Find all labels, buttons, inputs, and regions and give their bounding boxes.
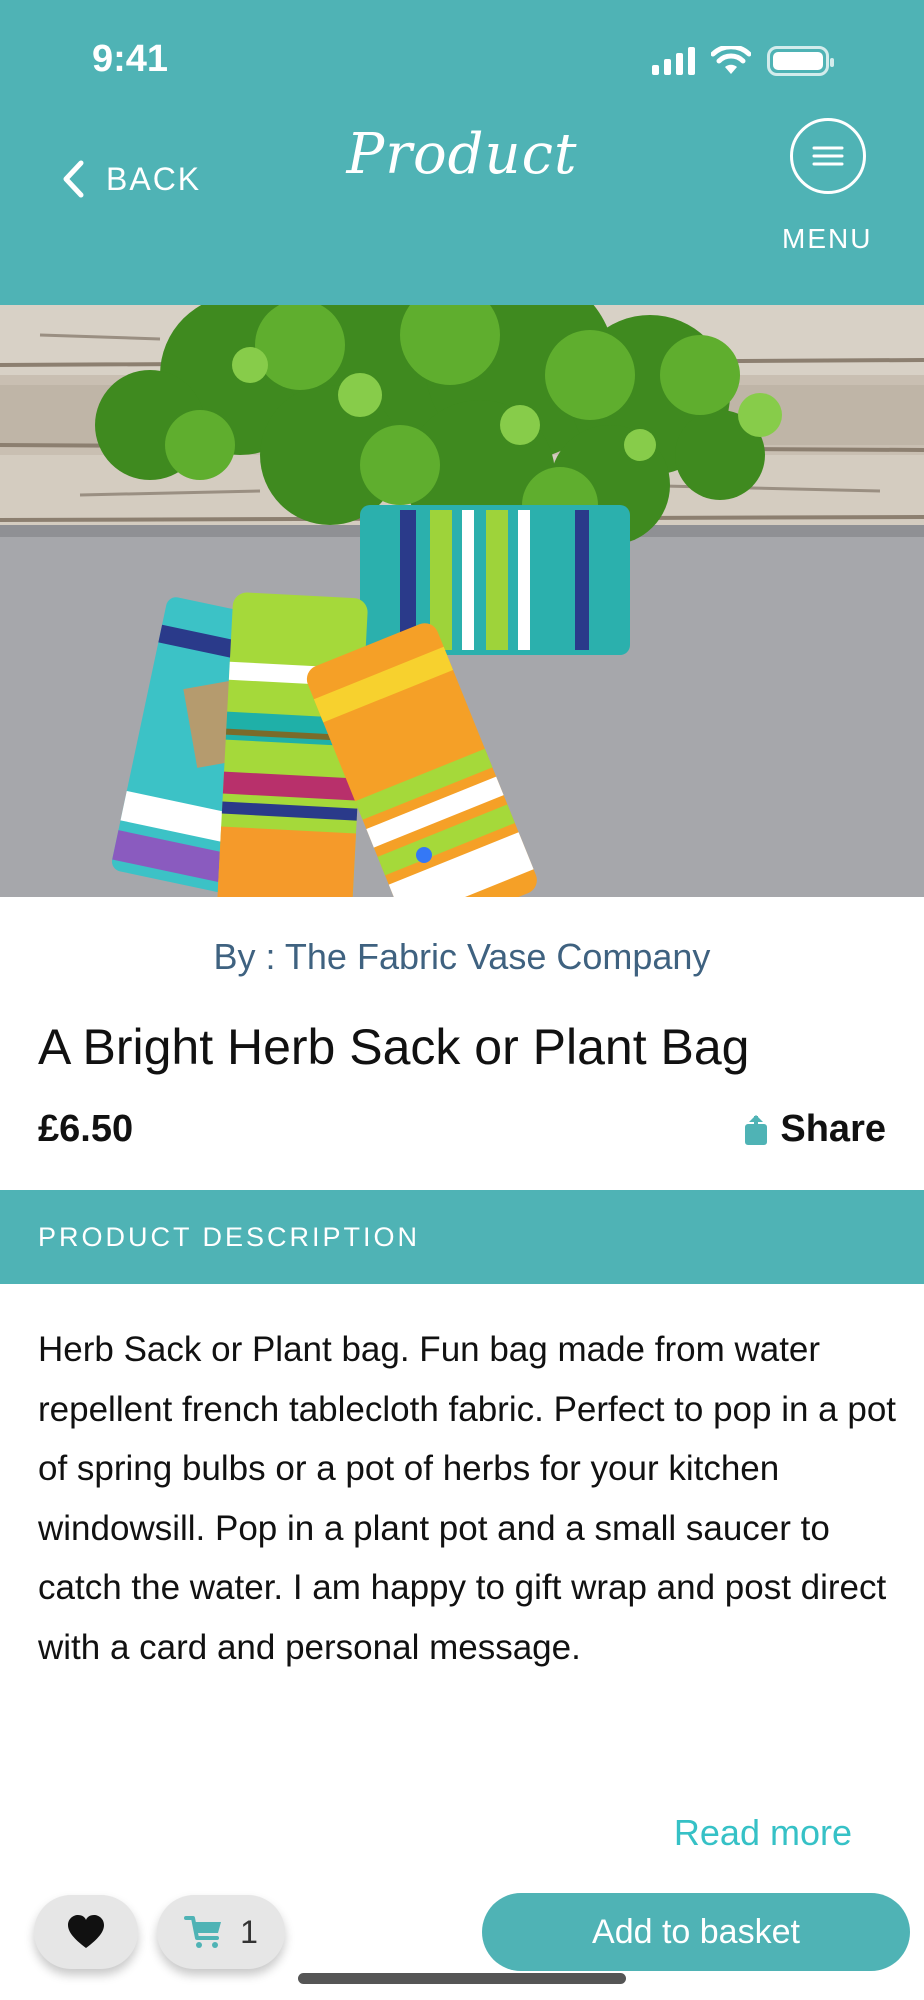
read-more-link[interactable]: Read more bbox=[674, 1812, 852, 1854]
share-button[interactable]: Share bbox=[744, 1108, 886, 1151]
carousel-dot bbox=[416, 847, 432, 863]
description-header-label: PRODUCT DESCRIPTION bbox=[38, 1222, 421, 1252]
battery-icon bbox=[767, 46, 834, 76]
signal-icon bbox=[652, 47, 695, 75]
hamburger-icon bbox=[812, 146, 844, 166]
product-title: A Bright Herb Sack or Plant Bag bbox=[38, 1019, 750, 1075]
product-description: Herb Sack or Plant bag. Fun bag made fro… bbox=[38, 1330, 897, 1667]
cart-icon bbox=[184, 1916, 222, 1948]
cart-button[interactable]: 1 bbox=[157, 1895, 285, 1969]
cart-count: 1 bbox=[240, 1913, 258, 1950]
header: 9:41 BACK Product MENU bbox=[0, 0, 924, 305]
product-price: £6.50 bbox=[38, 1108, 134, 1150]
menu-button[interactable] bbox=[790, 118, 866, 194]
page-title: Product bbox=[346, 122, 578, 187]
status-icons bbox=[652, 44, 834, 78]
share-icon bbox=[745, 1114, 768, 1145]
heart-icon bbox=[68, 1915, 104, 1948]
vendor-name[interactable]: By : The Fabric Vase Company bbox=[0, 936, 924, 978]
menu-label: MENU bbox=[782, 223, 873, 254]
home-indicator bbox=[298, 1973, 626, 1984]
wifi-icon bbox=[711, 46, 751, 74]
product-photo bbox=[0, 305, 924, 897]
status-time: 9:41 bbox=[92, 38, 169, 80]
add-to-basket-button[interactable]: Add to basket bbox=[482, 1893, 910, 1971]
share-label: Share bbox=[780, 1108, 886, 1150]
description-header: PRODUCT DESCRIPTION bbox=[0, 1190, 924, 1284]
product-image[interactable] bbox=[0, 305, 924, 897]
favorite-button[interactable] bbox=[34, 1895, 138, 1969]
